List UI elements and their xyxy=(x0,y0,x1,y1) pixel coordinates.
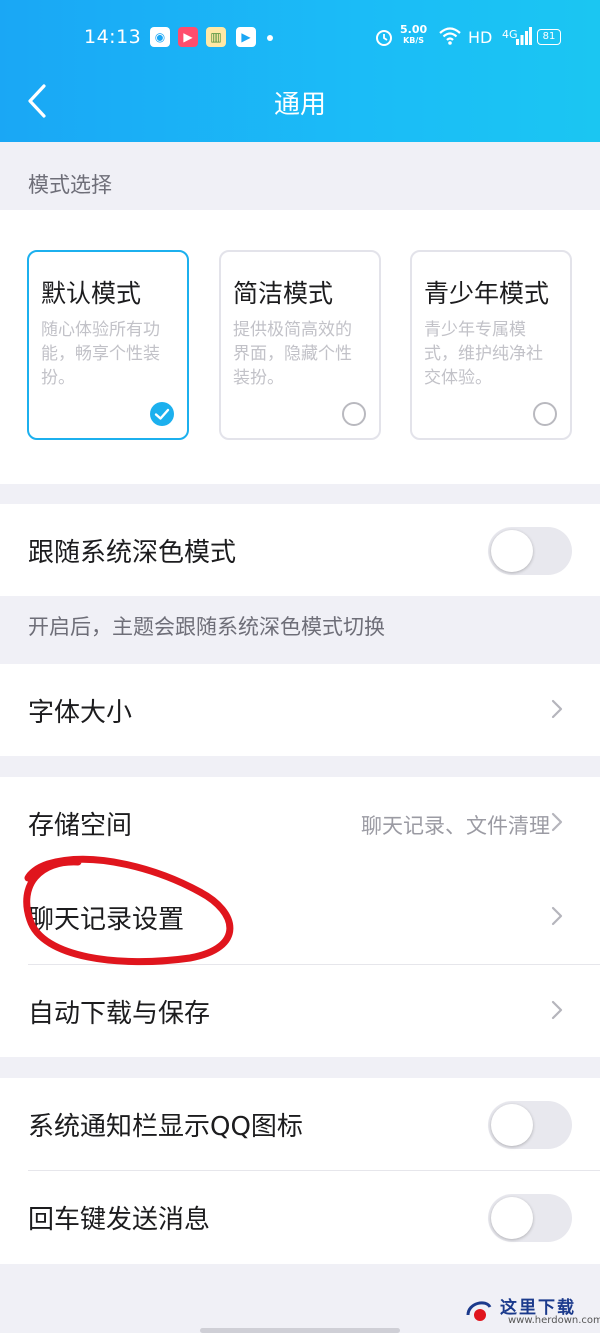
mode-title: 青少年模式 xyxy=(424,279,550,308)
mode-title: 默认模式 xyxy=(41,279,142,308)
mode-title: 简洁模式 xyxy=(233,279,334,308)
radio-checked xyxy=(150,402,174,426)
chevron-right-icon xyxy=(551,812,563,832)
chat-history-row[interactable]: 聊天记录设置 xyxy=(0,871,600,963)
more-notifications-dot xyxy=(267,35,273,41)
chevron-right-icon xyxy=(551,1000,563,1020)
radio-unchecked xyxy=(533,402,557,426)
app-notification-icon: ◉ xyxy=(150,27,170,47)
status-bar: 14:13 ◉ ▶ ▥ ▶ 5.00 KB/S HD 4G 81 xyxy=(0,18,600,58)
battery-indicator: 81 xyxy=(537,29,561,45)
alarm-icon xyxy=(376,30,392,46)
toggle-knob xyxy=(491,1197,533,1239)
mode-section-label: 模式选择 xyxy=(28,173,112,197)
notification-icon-toggle[interactable] xyxy=(488,1101,572,1149)
checkmark-icon xyxy=(154,408,170,420)
signal-icon xyxy=(516,27,532,45)
notification-icon-row: 系统通知栏显示QQ图标 xyxy=(0,1078,600,1170)
chevron-right-icon xyxy=(551,699,563,719)
home-indicator xyxy=(200,1328,400,1333)
storage-card: 存储空间 聊天记录、文件清理 聊天记录设置 自动下载与保存 xyxy=(0,777,600,1057)
auto-download-row[interactable]: 自动下载与保存 xyxy=(0,965,600,1057)
font-size-label: 字体大小 xyxy=(28,698,133,728)
enter-send-label: 回车键发送消息 xyxy=(28,1205,211,1235)
dark-mode-hint: 开启后，主题会跟随系统深色模式切换 xyxy=(28,615,385,639)
mode-option-teen[interactable]: 青少年模式 青少年专属模式，维护纯净社交体验。 xyxy=(410,250,572,440)
enter-send-row: 回车键发送消息 xyxy=(0,1171,600,1263)
net-speed: 5.00 KB/S xyxy=(400,23,428,45)
font-size-card: 字体大小 xyxy=(0,664,600,756)
radio-unchecked xyxy=(342,402,366,426)
watermark-logo-icon xyxy=(466,1301,492,1321)
status-time: 14:13 xyxy=(84,26,142,48)
dark-mode-row: 跟随系统深色模式 xyxy=(0,504,600,596)
page-title: 通用 xyxy=(273,90,326,120)
app-header: 14:13 ◉ ▶ ▥ ▶ 5.00 KB/S HD 4G 81 通用 xyxy=(0,0,600,142)
mode-description: 青少年专属模式，维护纯净社交体验。 xyxy=(424,320,543,388)
chevron-right-icon xyxy=(551,906,563,926)
notification-icon-label: 系统通知栏显示QQ图标 xyxy=(28,1112,303,1142)
toggle-knob xyxy=(491,1104,533,1146)
toggles-card: 系统通知栏显示QQ图标 回车键发送消息 xyxy=(0,1078,600,1264)
font-size-row[interactable]: 字体大小 xyxy=(0,664,600,756)
mode-description: 随心体验所有功能，畅享个性装扮。 xyxy=(41,320,160,388)
wifi-icon xyxy=(439,27,461,45)
auto-download-label: 自动下载与保存 xyxy=(28,999,211,1029)
enter-send-toggle[interactable] xyxy=(488,1194,572,1242)
youku-app-icon: ▶ xyxy=(236,27,256,47)
storage-label: 存储空间 xyxy=(28,811,133,841)
watermark-url: www.herdown.com xyxy=(508,1315,600,1326)
mode-description: 提供极简高效的界面，隐藏个性装扮。 xyxy=(233,320,352,388)
city-app-icon: ▥ xyxy=(206,27,226,47)
storage-value: 聊天记录、文件清理 xyxy=(361,814,550,838)
hd-indicator: HD xyxy=(468,28,493,47)
dark-mode-card: 跟随系统深色模式 xyxy=(0,504,600,596)
dark-mode-label: 跟随系统深色模式 xyxy=(28,538,237,568)
watermark: 这里下载 www.herdown.com xyxy=(464,1293,600,1333)
chat-history-label: 聊天记录设置 xyxy=(28,905,185,935)
storage-row[interactable]: 存储空间 聊天记录、文件清理 xyxy=(0,777,600,869)
toggle-knob xyxy=(491,530,533,572)
mode-option-simple[interactable]: 简洁模式 提供极简高效的界面，隐藏个性装扮。 xyxy=(219,250,381,440)
dark-mode-toggle[interactable] xyxy=(488,527,572,575)
mode-option-default[interactable]: 默认模式 随心体验所有功能，畅享个性装扮。 xyxy=(27,250,189,440)
video-app-icon: ▶ xyxy=(178,27,198,47)
